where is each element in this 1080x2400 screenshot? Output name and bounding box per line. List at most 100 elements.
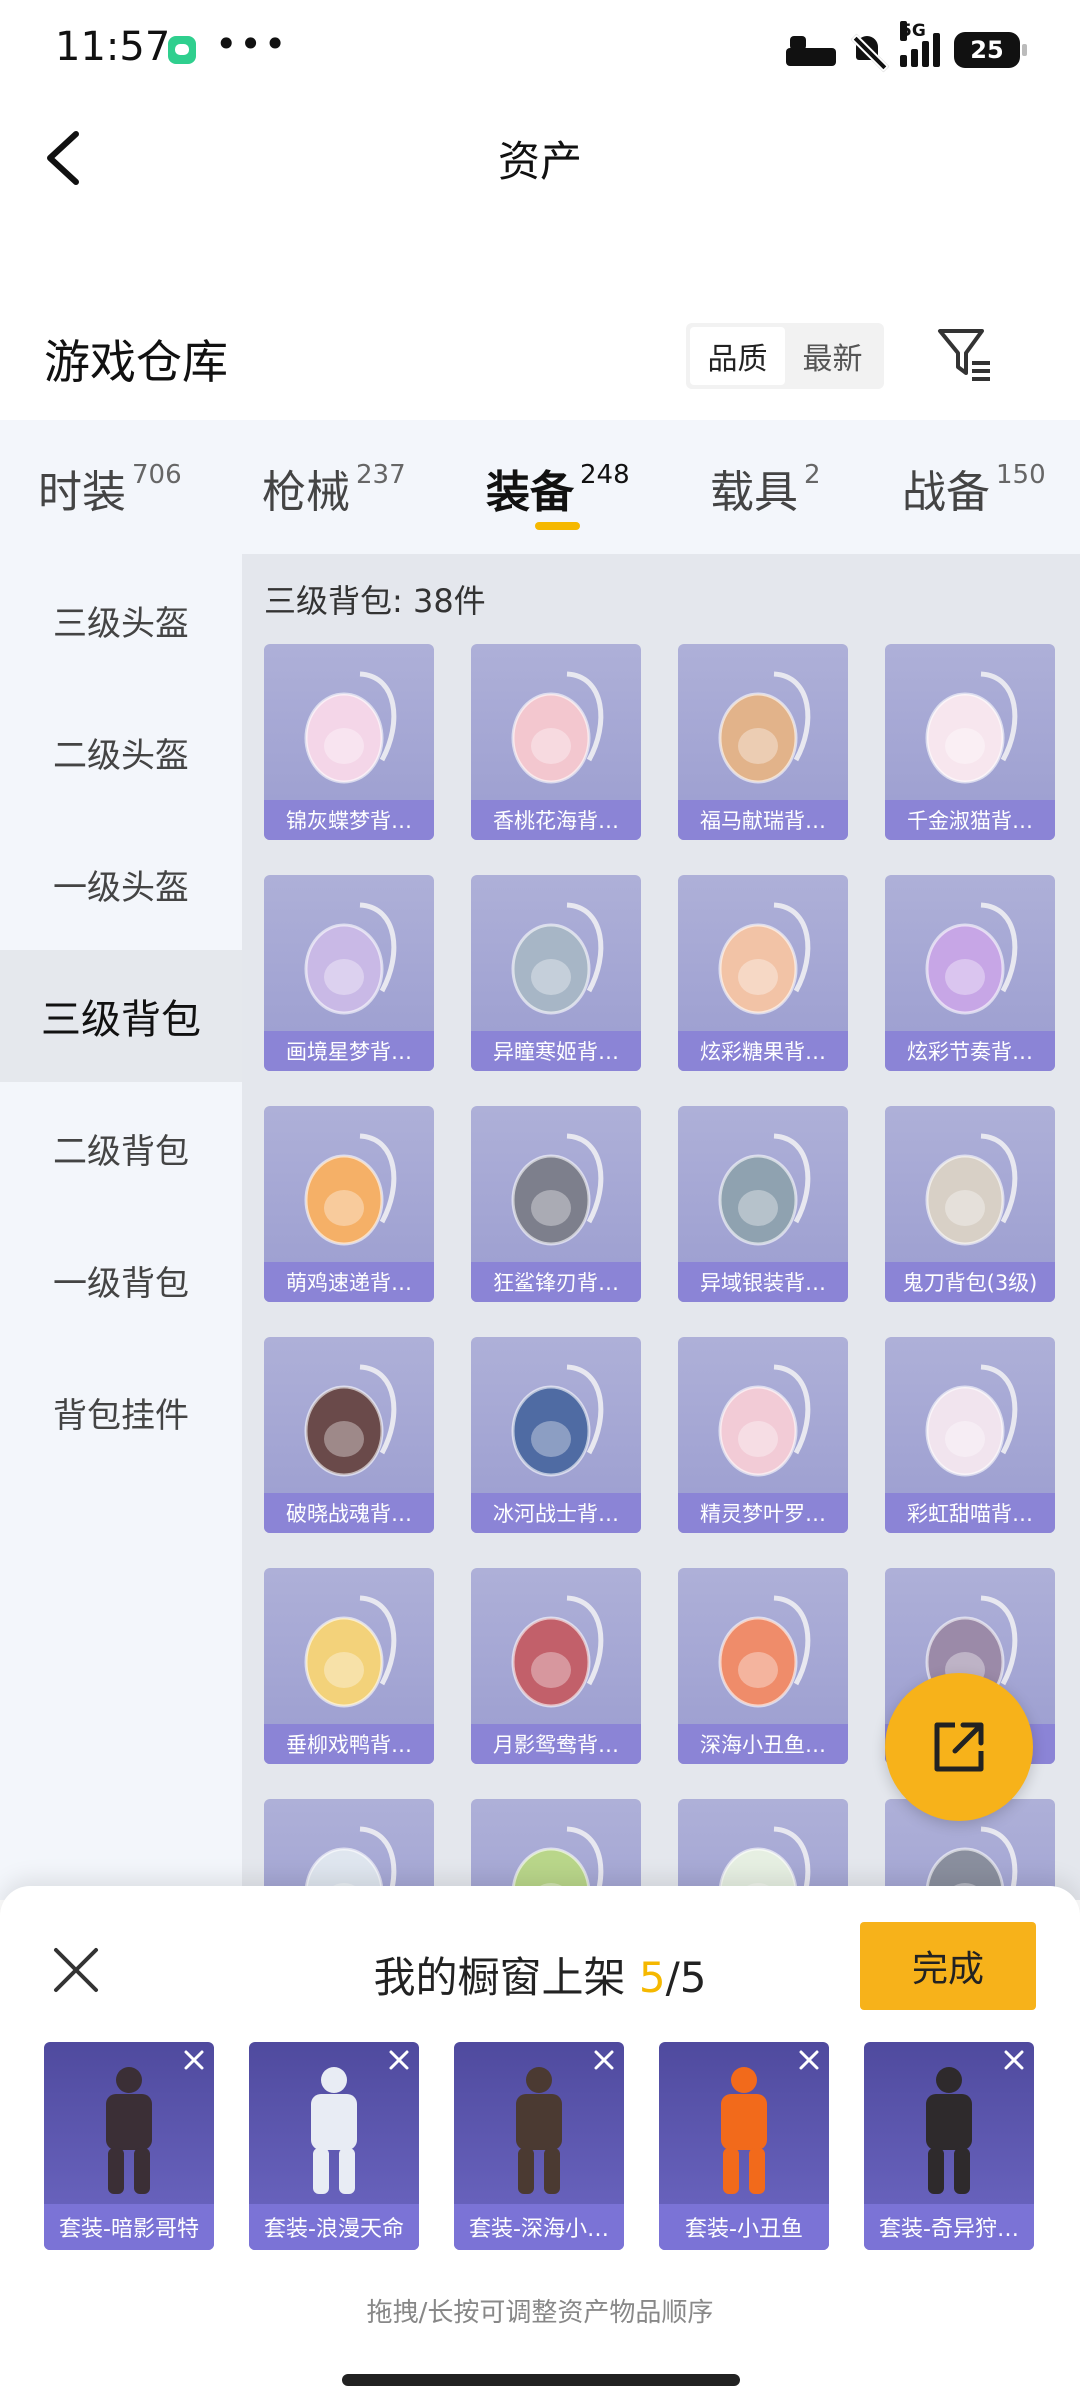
tab-equipment[interactable]: 装备 248 bbox=[486, 420, 630, 554]
tab-fashion[interactable]: 时装 706 bbox=[38, 420, 182, 554]
showcase-sheet: 我的橱窗上架 5/5 完成 套装-暗影哥特 套装-浪漫天命 套装-深海小… 套装-小丑… bbox=[0, 1886, 1080, 2400]
backpack-image bbox=[511, 902, 604, 1015]
mute-icon bbox=[850, 32, 886, 68]
inventory-item[interactable]: 精灵梦叶罗… bbox=[678, 1337, 848, 1533]
inventory-item[interactable]: 异域银装背… bbox=[678, 1106, 848, 1302]
sidebar-item-backpack-1[interactable]: 一级背包 bbox=[0, 1214, 242, 1346]
inventory-item[interactable]: 鬼刀背包(3级) bbox=[885, 1106, 1055, 1302]
showcase-item-label: 套装-奇异狩… bbox=[864, 2204, 1034, 2250]
inventory-item[interactable]: 千金淑猫背… bbox=[885, 644, 1055, 840]
inventory-item[interactable]: 异瞳寒姬背… bbox=[471, 875, 641, 1071]
showcase-item[interactable]: 套装-奇异狩… bbox=[864, 2042, 1034, 2250]
bed-icon bbox=[786, 34, 836, 66]
sidebar-item-backpack-3[interactable]: 三级背包 bbox=[0, 950, 242, 1082]
inventory-item-label: 鬼刀背包(3级) bbox=[885, 1262, 1055, 1302]
backpack-image bbox=[718, 902, 811, 1015]
inventory-item[interactable]: 香桃花海背… bbox=[471, 644, 641, 840]
tab-label: 装备 bbox=[486, 467, 574, 518]
sort-option-newest[interactable]: 最新 bbox=[785, 327, 880, 385]
sidebar-item-backpack-2[interactable]: 二级背包 bbox=[0, 1082, 242, 1214]
inventory-heading: 三级背包: 38件 bbox=[264, 582, 486, 620]
filter-icon[interactable] bbox=[936, 325, 994, 383]
showcase-item[interactable]: 套装-浪漫天命 bbox=[249, 2042, 419, 2250]
backpack-image bbox=[925, 1364, 1018, 1477]
showcase-count-total: /5 bbox=[665, 1953, 707, 2002]
network-type: 5G bbox=[900, 21, 926, 41]
status-bar: 11:57 ••• 5G 25 bbox=[0, 0, 1080, 100]
backpack-image bbox=[718, 671, 811, 784]
showcase-item[interactable]: 套装-暗影哥特 bbox=[44, 2042, 214, 2250]
inventory-item[interactable]: 福马献瑞背… bbox=[678, 644, 848, 840]
tab-firearms[interactable]: 枪械 237 bbox=[262, 420, 406, 554]
inventory-item[interactable] bbox=[264, 1799, 434, 1900]
share-button[interactable] bbox=[885, 1673, 1033, 1821]
inventory-item-label: 狂鲨锋刃背… bbox=[471, 1262, 641, 1302]
sidebar-item-helmet-3[interactable]: 三级头盔 bbox=[0, 554, 242, 686]
inventory-item-label: 异瞳寒姬背… bbox=[471, 1031, 641, 1071]
backpack-image bbox=[511, 1364, 604, 1477]
page-title: 资产 bbox=[497, 137, 582, 186]
backpack-image bbox=[718, 1364, 811, 1477]
signal-icon: 5G bbox=[900, 21, 940, 67]
home-indicator[interactable] bbox=[342, 2374, 740, 2386]
inventory-item[interactable]: 彩虹甜喵背… bbox=[885, 1337, 1055, 1533]
inventory-item[interactable]: 破晓战魂背… bbox=[264, 1337, 434, 1533]
showcase-item[interactable]: 套装-深海小… bbox=[454, 2042, 624, 2250]
inventory-item-label: 彩虹甜喵背… bbox=[885, 1493, 1055, 1533]
status-time: 11:57 bbox=[55, 24, 171, 70]
remove-icon[interactable] bbox=[592, 2048, 616, 2072]
inventory-item[interactable]: 萌鸡速递背… bbox=[264, 1106, 434, 1302]
remove-icon[interactable] bbox=[797, 2048, 821, 2072]
inventory-item-label: 破晓战魂背… bbox=[264, 1493, 434, 1533]
inventory-item-label: 福马献瑞背… bbox=[678, 800, 848, 840]
outfit-image bbox=[516, 2067, 562, 2194]
inventory-item-label: 锦灰蝶梦背… bbox=[264, 800, 434, 840]
sidebar-item-pendant[interactable]: 背包挂件 bbox=[0, 1346, 242, 1478]
outfit-image bbox=[721, 2067, 767, 2194]
tab-count: 706 bbox=[132, 460, 182, 490]
inventory-item[interactable]: 画境星梦背… bbox=[264, 875, 434, 1071]
showcase-item-label: 套装-暗影哥特 bbox=[44, 2204, 214, 2250]
sort-toggle: 品质 最新 bbox=[686, 323, 884, 389]
sort-option-quality[interactable]: 品质 bbox=[690, 327, 785, 385]
inventory-item[interactable]: 炫彩节奏背… bbox=[885, 875, 1055, 1071]
inventory-item-label: 萌鸡速递背… bbox=[264, 1262, 434, 1302]
sidebar-item-helmet-1[interactable]: 一级头盔 bbox=[0, 818, 242, 950]
backpack-image bbox=[511, 671, 604, 784]
outfit-image bbox=[311, 2067, 357, 2194]
tab-vehicles[interactable]: 载具 2 bbox=[710, 420, 821, 554]
inventory-item[interactable]: 深海小丑鱼… bbox=[678, 1568, 848, 1764]
inventory-item[interactable]: 狂鲨锋刃背… bbox=[471, 1106, 641, 1302]
showcase-item-label: 套装-浪漫天命 bbox=[249, 2204, 419, 2250]
battery-icon: 25 bbox=[954, 32, 1027, 68]
backpack-image bbox=[511, 1133, 604, 1246]
inventory-item[interactable] bbox=[471, 1799, 641, 1900]
inventory-item-label: 月影鸳鸯背… bbox=[471, 1724, 641, 1764]
tab-battle-gear[interactable]: 战备 150 bbox=[902, 420, 1046, 554]
tab-label: 枪械 bbox=[262, 467, 350, 518]
inventory-item[interactable] bbox=[678, 1799, 848, 1900]
remove-icon[interactable] bbox=[182, 2048, 206, 2072]
inventory-item-label: 炫彩糖果背… bbox=[678, 1031, 848, 1071]
inventory-item[interactable]: 炫彩糖果背… bbox=[678, 875, 848, 1071]
showcase-count-current: 5 bbox=[638, 1953, 666, 2002]
remove-icon[interactable] bbox=[387, 2048, 411, 2072]
inventory-item[interactable]: 垂柳戏鸭背… bbox=[264, 1568, 434, 1764]
share-out-icon bbox=[934, 1722, 984, 1772]
backpack-image bbox=[304, 671, 397, 784]
sidebar-item-helmet-2[interactable]: 二级头盔 bbox=[0, 686, 242, 818]
inventory-item[interactable]: 锦灰蝶梦背… bbox=[264, 644, 434, 840]
inventory-item[interactable]: 冰河战士背… bbox=[471, 1337, 641, 1533]
inventory-item-label: 精灵梦叶罗… bbox=[678, 1493, 848, 1533]
backpack-image bbox=[304, 902, 397, 1015]
remove-icon[interactable] bbox=[1002, 2048, 1026, 2072]
showcase-item[interactable]: 套装-小丑鱼 bbox=[659, 2042, 829, 2250]
sidebar: 三级头盔 二级头盔 一级头盔 三级背包 二级背包 一级背包 背包挂件 bbox=[0, 554, 242, 1900]
tab-count: 150 bbox=[996, 460, 1046, 490]
backpack-image bbox=[304, 1364, 397, 1477]
inventory-item-label: 千金淑猫背… bbox=[885, 800, 1055, 840]
done-button[interactable]: 完成 bbox=[860, 1922, 1036, 2010]
active-tab-indicator bbox=[535, 522, 580, 530]
backpack-image bbox=[511, 1595, 604, 1708]
inventory-item[interactable]: 月影鸳鸯背… bbox=[471, 1568, 641, 1764]
